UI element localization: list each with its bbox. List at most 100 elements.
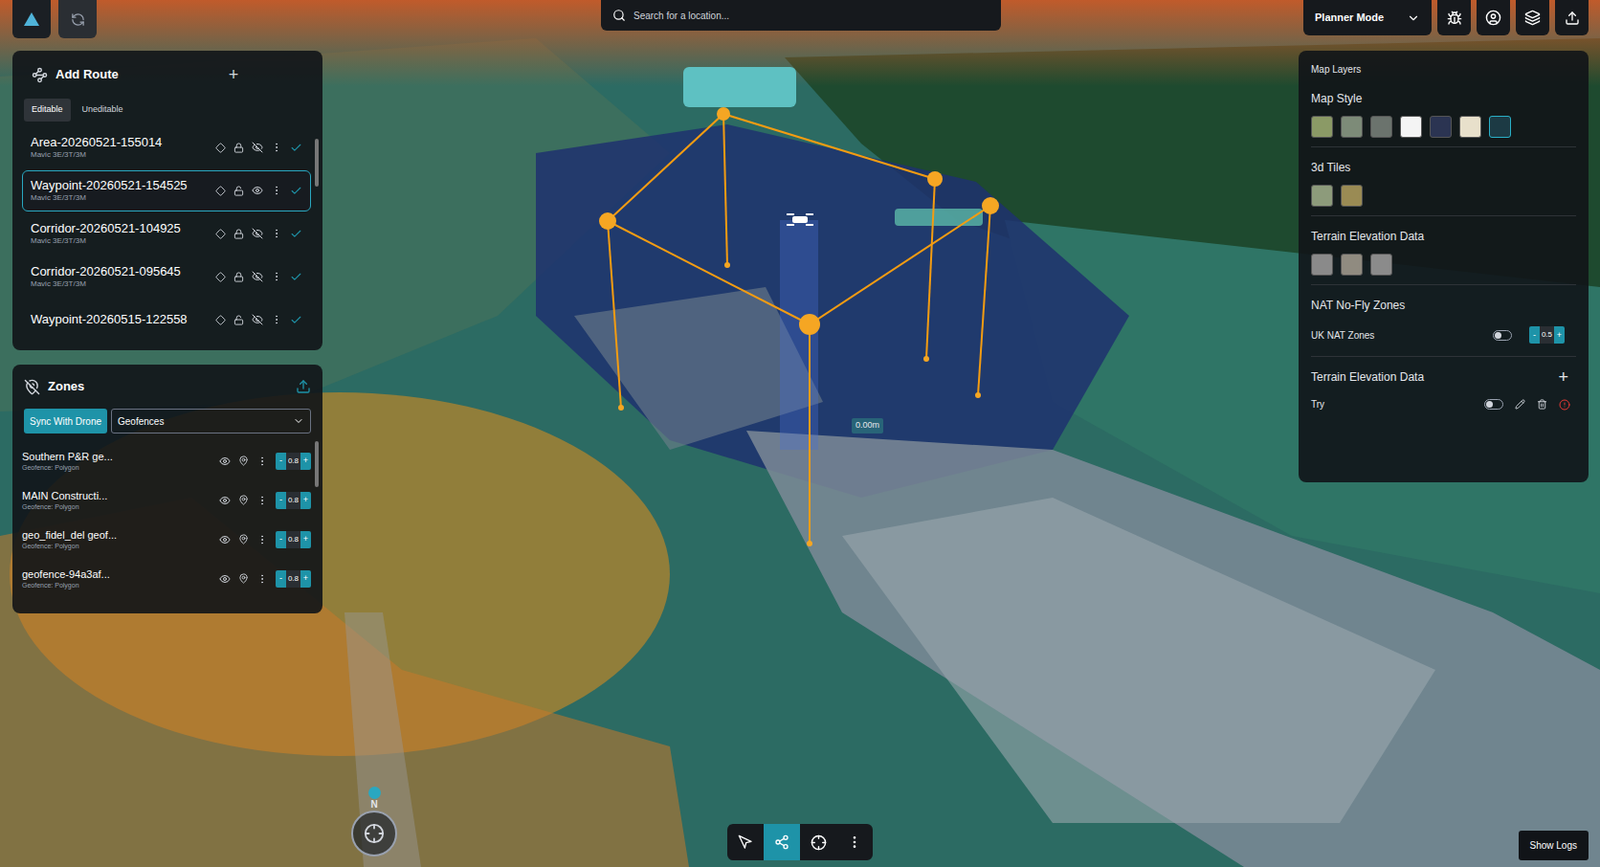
increase-button[interactable]: + [300,452,312,470]
waypoint-pin[interactable] [716,107,731,121]
search-bar[interactable]: Search for a location... [600,0,1001,31]
more-icon[interactable] [270,227,283,240]
decrease-button[interactable]: - [1529,326,1540,344]
lock-icon[interactable] [233,142,245,154]
scrollbar[interactable] [314,134,319,327]
eye-icon[interactable] [219,573,231,585]
sync-with-drone-button[interactable]: Sync With Drone [23,408,108,434]
style-swatch[interactable] [1311,115,1334,138]
toggle-switch[interactable] [1492,330,1512,341]
more-icon[interactable] [270,270,283,283]
focus-icon[interactable] [215,314,226,326]
style-swatch[interactable] [1311,184,1334,207]
waypoint-pin[interactable] [981,197,1000,215]
unlock-icon[interactable] [233,185,245,197]
zone-row[interactable]: MAIN Constructi...Geofence: Polygon-0.8+ [22,480,312,520]
scrollbar[interactable] [314,441,319,614]
zone-filter-select[interactable]: Geofences [111,408,312,434]
more-icon[interactable] [270,313,283,326]
route-row[interactable]: Corridor-20260521-095645Mavic 3E/3T/3M [22,256,312,298]
route-row[interactable]: Waypoint-20260521-154525Mavic 3E/3T/3M [22,170,312,212]
focus-icon[interactable] [215,271,226,283]
increase-button[interactable]: + [1554,326,1565,344]
logo-button[interactable] [12,0,51,39]
style-swatch[interactable] [1488,115,1512,138]
route-row[interactable]: Waypoint-20260515-122558 [22,299,312,341]
check-icon[interactable] [289,313,303,327]
toolbar-icon-button[interactable] [1515,0,1550,36]
check-icon[interactable] [289,270,303,284]
add-route-button[interactable]: + [228,66,240,84]
focus-icon[interactable] [215,228,226,240]
toolbar-icon-button[interactable] [1437,0,1471,36]
increase-button[interactable]: + [300,531,312,549]
show-logs-button[interactable]: Show Logs [1518,830,1589,861]
lock-icon[interactable] [233,271,245,283]
lock-icon[interactable] [233,228,245,240]
style-swatch[interactable] [1370,115,1393,138]
alert-icon[interactable] [1558,399,1571,411]
map-pin-icon[interactable] [238,494,249,506]
route-tab[interactable]: Uneditable [74,98,132,122]
eye-off-icon[interactable] [251,270,264,283]
more-icon[interactable] [256,533,268,546]
map-pin-icon[interactable] [238,573,249,584]
waypoint-pin[interactable] [799,313,821,335]
tool-button[interactable] [800,823,837,861]
add-terrain-button[interactable]: + [1557,368,1569,386]
zone-row[interactable]: Southern P&R ge...Geofence: Polygon-0.8+ [22,441,312,481]
map-pin-icon[interactable] [238,533,249,545]
tool-button[interactable] [763,823,800,861]
style-swatch[interactable] [1340,115,1363,138]
style-swatch[interactable] [1459,115,1482,138]
check-icon[interactable] [289,141,303,155]
decrease-button[interactable]: - [275,570,287,588]
check-icon[interactable] [289,184,303,198]
mode-select[interactable]: Planner Mode [1303,0,1432,36]
eye-off-icon[interactable] [251,313,264,326]
focus-icon[interactable] [215,185,226,197]
more-icon[interactable] [270,184,283,197]
zone-row[interactable]: geo_fidel_del geof...Geofence: Polygon-0… [22,519,312,559]
eye-off-icon[interactable] [251,227,264,240]
increase-button[interactable]: + [300,491,312,510]
style-swatch[interactable] [1311,253,1334,276]
check-icon[interactable] [289,227,303,241]
more-icon[interactable] [270,141,283,154]
style-swatch[interactable] [1370,253,1393,276]
eye-icon[interactable] [219,494,231,507]
upload-icon[interactable] [295,378,312,395]
more-icon[interactable] [256,573,268,585]
eye-icon[interactable] [219,533,231,546]
eye-icon[interactable] [251,184,264,197]
decrease-button[interactable]: - [275,452,287,470]
delete-icon[interactable] [1536,399,1548,410]
route-row[interactable]: Corridor-20260521-104925Mavic 3E/3T/3M [22,213,312,255]
eye-icon[interactable] [219,455,231,467]
style-swatch[interactable] [1340,184,1363,207]
more-icon[interactable] [256,494,268,507]
compass[interactable]: N [348,786,400,857]
sync-button[interactable] [58,0,97,39]
style-swatch[interactable] [1429,115,1452,138]
zone-row[interactable]: geofence-94a3af...Geofence: Polygon-0.8+ [22,558,312,599]
toolbar-icon-button[interactable] [1555,0,1589,36]
decrease-button[interactable]: - [275,491,287,510]
map-pin-icon[interactable] [238,455,249,467]
waypoint-pin[interactable] [927,171,943,187]
more-icon[interactable] [256,455,268,467]
tool-button[interactable] [836,823,873,861]
toolbar-icon-button[interactable] [1476,0,1511,36]
style-swatch[interactable] [1400,115,1423,138]
increase-button[interactable]: + [300,570,312,588]
route-tab[interactable]: Editable [23,98,71,122]
decrease-button[interactable]: - [275,531,287,549]
route-row[interactable]: Area-20260521-155014Mavic 3E/3T/3M [22,127,312,169]
style-swatch[interactable] [1340,253,1363,276]
unlock-icon[interactable] [233,314,245,326]
tool-button[interactable] [727,823,764,861]
eye-off-icon[interactable] [251,141,264,154]
focus-icon[interactable] [215,142,226,154]
waypoint-pin[interactable] [599,212,617,230]
edit-icon[interactable] [1514,399,1526,410]
